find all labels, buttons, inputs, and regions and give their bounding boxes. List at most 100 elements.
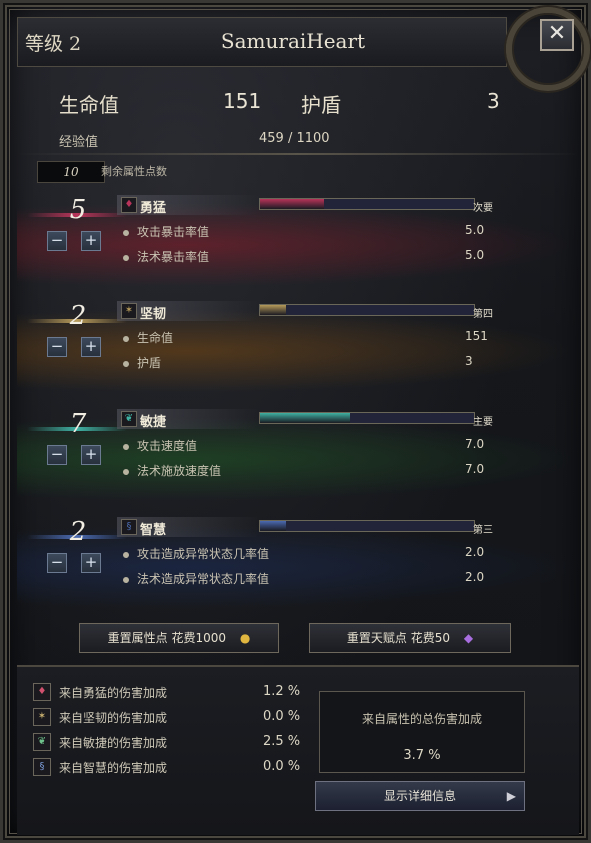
- attribute-row: 法术施放速度值 7.0: [123, 462, 484, 479]
- attribute-rank: 第三: [473, 525, 493, 536]
- agility-leaf-icon: ❦: [121, 411, 137, 427]
- wisdom-spiral-icon: §: [121, 519, 137, 535]
- row-label: 生命值: [137, 331, 174, 345]
- arrow-right-icon: ▶: [506, 789, 516, 803]
- level-label: 等级 2: [25, 33, 82, 55]
- bullet: [123, 576, 129, 583]
- bullet: [123, 360, 129, 367]
- attribute-bar-fill: [260, 413, 350, 423]
- total-bonus-box: 来自属性的总伤害加成 3.7 %: [319, 691, 525, 773]
- row-label: 攻击暴击率值: [137, 225, 210, 239]
- row-label: 攻击速度值: [137, 439, 198, 453]
- bonus-row: ♦ 来自勇猛的伤害加成 1.2 %: [33, 683, 313, 703]
- strength-gem-icon: ♦: [33, 683, 51, 701]
- row-value: 2.0: [465, 545, 485, 559]
- attribute-name: 敏捷: [140, 415, 167, 430]
- attribute-rank: 主要: [473, 417, 493, 428]
- decrease-button[interactable]: −: [47, 553, 67, 573]
- bullet: [123, 254, 129, 261]
- total-bonus-value: 3.7 %: [403, 748, 441, 763]
- attribute-block: 2 − + § 智慧 第三 攻击造成异常状态几率值 2.0 法术造成异常状态几率值…: [17, 517, 579, 617]
- decrease-button[interactable]: −: [47, 231, 67, 251]
- divider: [17, 153, 579, 155]
- attribute-value: 7: [69, 409, 87, 439]
- decrease-button[interactable]: −: [47, 445, 67, 465]
- show-details-button[interactable]: 显示详细信息 ▶: [315, 781, 525, 811]
- attribute-bar: [259, 520, 475, 532]
- increase-button[interactable]: +: [81, 337, 101, 357]
- attribute-bar: [259, 412, 475, 424]
- xp-label: 经验值: [59, 135, 99, 150]
- row-value: 3: [465, 354, 473, 368]
- increase-button[interactable]: +: [81, 553, 101, 573]
- attribute-rank: 第四: [473, 309, 493, 320]
- increase-button[interactable]: +: [81, 445, 101, 465]
- bonus-label: 来自敏捷的伤害加成: [59, 736, 168, 750]
- bonus-value: 1.2 %: [263, 684, 301, 699]
- xp-value: 459 / 1100: [259, 131, 330, 146]
- armor-label: 护盾: [301, 93, 341, 117]
- fortitude-rune-icon: ✶: [121, 303, 137, 319]
- attribute-block: 5 − + ♦ 勇猛 次要 攻击暴击率值 5.0 法术暴击率值 5.0: [17, 195, 579, 295]
- attribute-name: 勇猛: [140, 201, 167, 216]
- remaining-points-label: 剩余属性点数: [101, 165, 167, 178]
- attribute-value: 5: [69, 195, 87, 225]
- attribute-title-strip: [117, 409, 257, 429]
- attribute-title-strip: [117, 301, 257, 321]
- attribute-bar: [259, 304, 475, 316]
- decrease-button[interactable]: −: [47, 337, 67, 357]
- hp-value: 151: [223, 89, 262, 113]
- reset-talents-label: 重置天赋点 花费50: [346, 631, 451, 645]
- attribute-block: 7 − + ❦ 敏捷 主要 攻击速度值 7.0 法术施放速度值 7.0: [17, 409, 579, 509]
- attribute-bar: [259, 198, 475, 210]
- bonus-label: 来自坚韧的伤害加成: [59, 711, 168, 725]
- row-label: 攻击造成异常状态几率值: [137, 547, 270, 561]
- row-label: 法术施放速度值: [137, 464, 222, 478]
- row-label: 护盾: [137, 356, 162, 370]
- reset-talents-button[interactable]: 重置天赋点 花费50 ◆: [309, 623, 511, 653]
- bullet: [123, 335, 129, 342]
- attribute-bar-fill: [260, 521, 286, 531]
- increase-button[interactable]: +: [81, 231, 101, 251]
- hp-label: 生命值: [59, 93, 119, 117]
- close-button[interactable]: ✕: [540, 19, 574, 51]
- attribute-row: 攻击速度值 7.0: [123, 437, 484, 454]
- attribute-value: 2: [69, 517, 87, 547]
- bonus-value: 0.0 %: [263, 709, 301, 724]
- remaining-points-value: 10: [37, 161, 105, 183]
- bonus-value: 0.0 %: [263, 759, 301, 774]
- attribute-row: 法术造成异常状态几率值 2.0: [123, 570, 484, 587]
- character-attributes-panel: 等级 2 SamuraiHeart ✕ 生命值 151 护盾 3 经验值 459…: [0, 0, 591, 843]
- row-label: 法术造成异常状态几率值: [137, 572, 270, 586]
- row-value: 5.0: [465, 223, 485, 237]
- bullet: [123, 229, 129, 236]
- character-name: SamuraiHeart: [220, 29, 366, 53]
- attribute-block: 2 − + ✶ 坚韧 第四 生命值 151 护盾 3: [17, 301, 579, 401]
- attribute-title-strip: [117, 195, 257, 215]
- bullet: [123, 443, 129, 450]
- show-details-label: 显示详细信息: [383, 789, 456, 803]
- attribute-row: 护盾 3: [123, 354, 473, 371]
- attribute-row: 法术暴击率值 5.0: [123, 248, 484, 265]
- row-value: 2.0: [465, 570, 485, 584]
- attribute-name: 坚韧: [140, 307, 167, 322]
- attribute-bar-fill: [260, 199, 325, 209]
- wisdom-spiral-icon: §: [33, 758, 51, 776]
- purple-gem-icon: ◆: [463, 631, 474, 645]
- bonus-label: 来自勇猛的伤害加成: [59, 686, 168, 700]
- bonus-row: ❦ 来自敏捷的伤害加成 2.5 %: [33, 733, 313, 753]
- attribute-value: 2: [69, 301, 87, 331]
- row-value: 5.0: [465, 248, 485, 262]
- strength-gem-icon: ♦: [121, 197, 137, 213]
- armor-value: 3: [487, 89, 500, 113]
- bonus-value: 2.5 %: [263, 734, 301, 749]
- bonus-row: ✶ 来自坚韧的伤害加成 0.0 %: [33, 708, 313, 728]
- row-value: 7.0: [465, 462, 485, 476]
- reset-attributes-button[interactable]: 重置属性点 花费1000 ●: [79, 623, 279, 653]
- row-value: 151: [465, 329, 488, 343]
- attribute-row: 生命值 151: [123, 329, 488, 346]
- total-bonus-label: 来自属性的总伤害加成: [361, 712, 482, 726]
- attribute-name: 智慧: [140, 523, 167, 538]
- gold-coin-icon: ●: [239, 631, 251, 645]
- bonus-row: § 来自智慧的伤害加成 0.0 %: [33, 758, 313, 778]
